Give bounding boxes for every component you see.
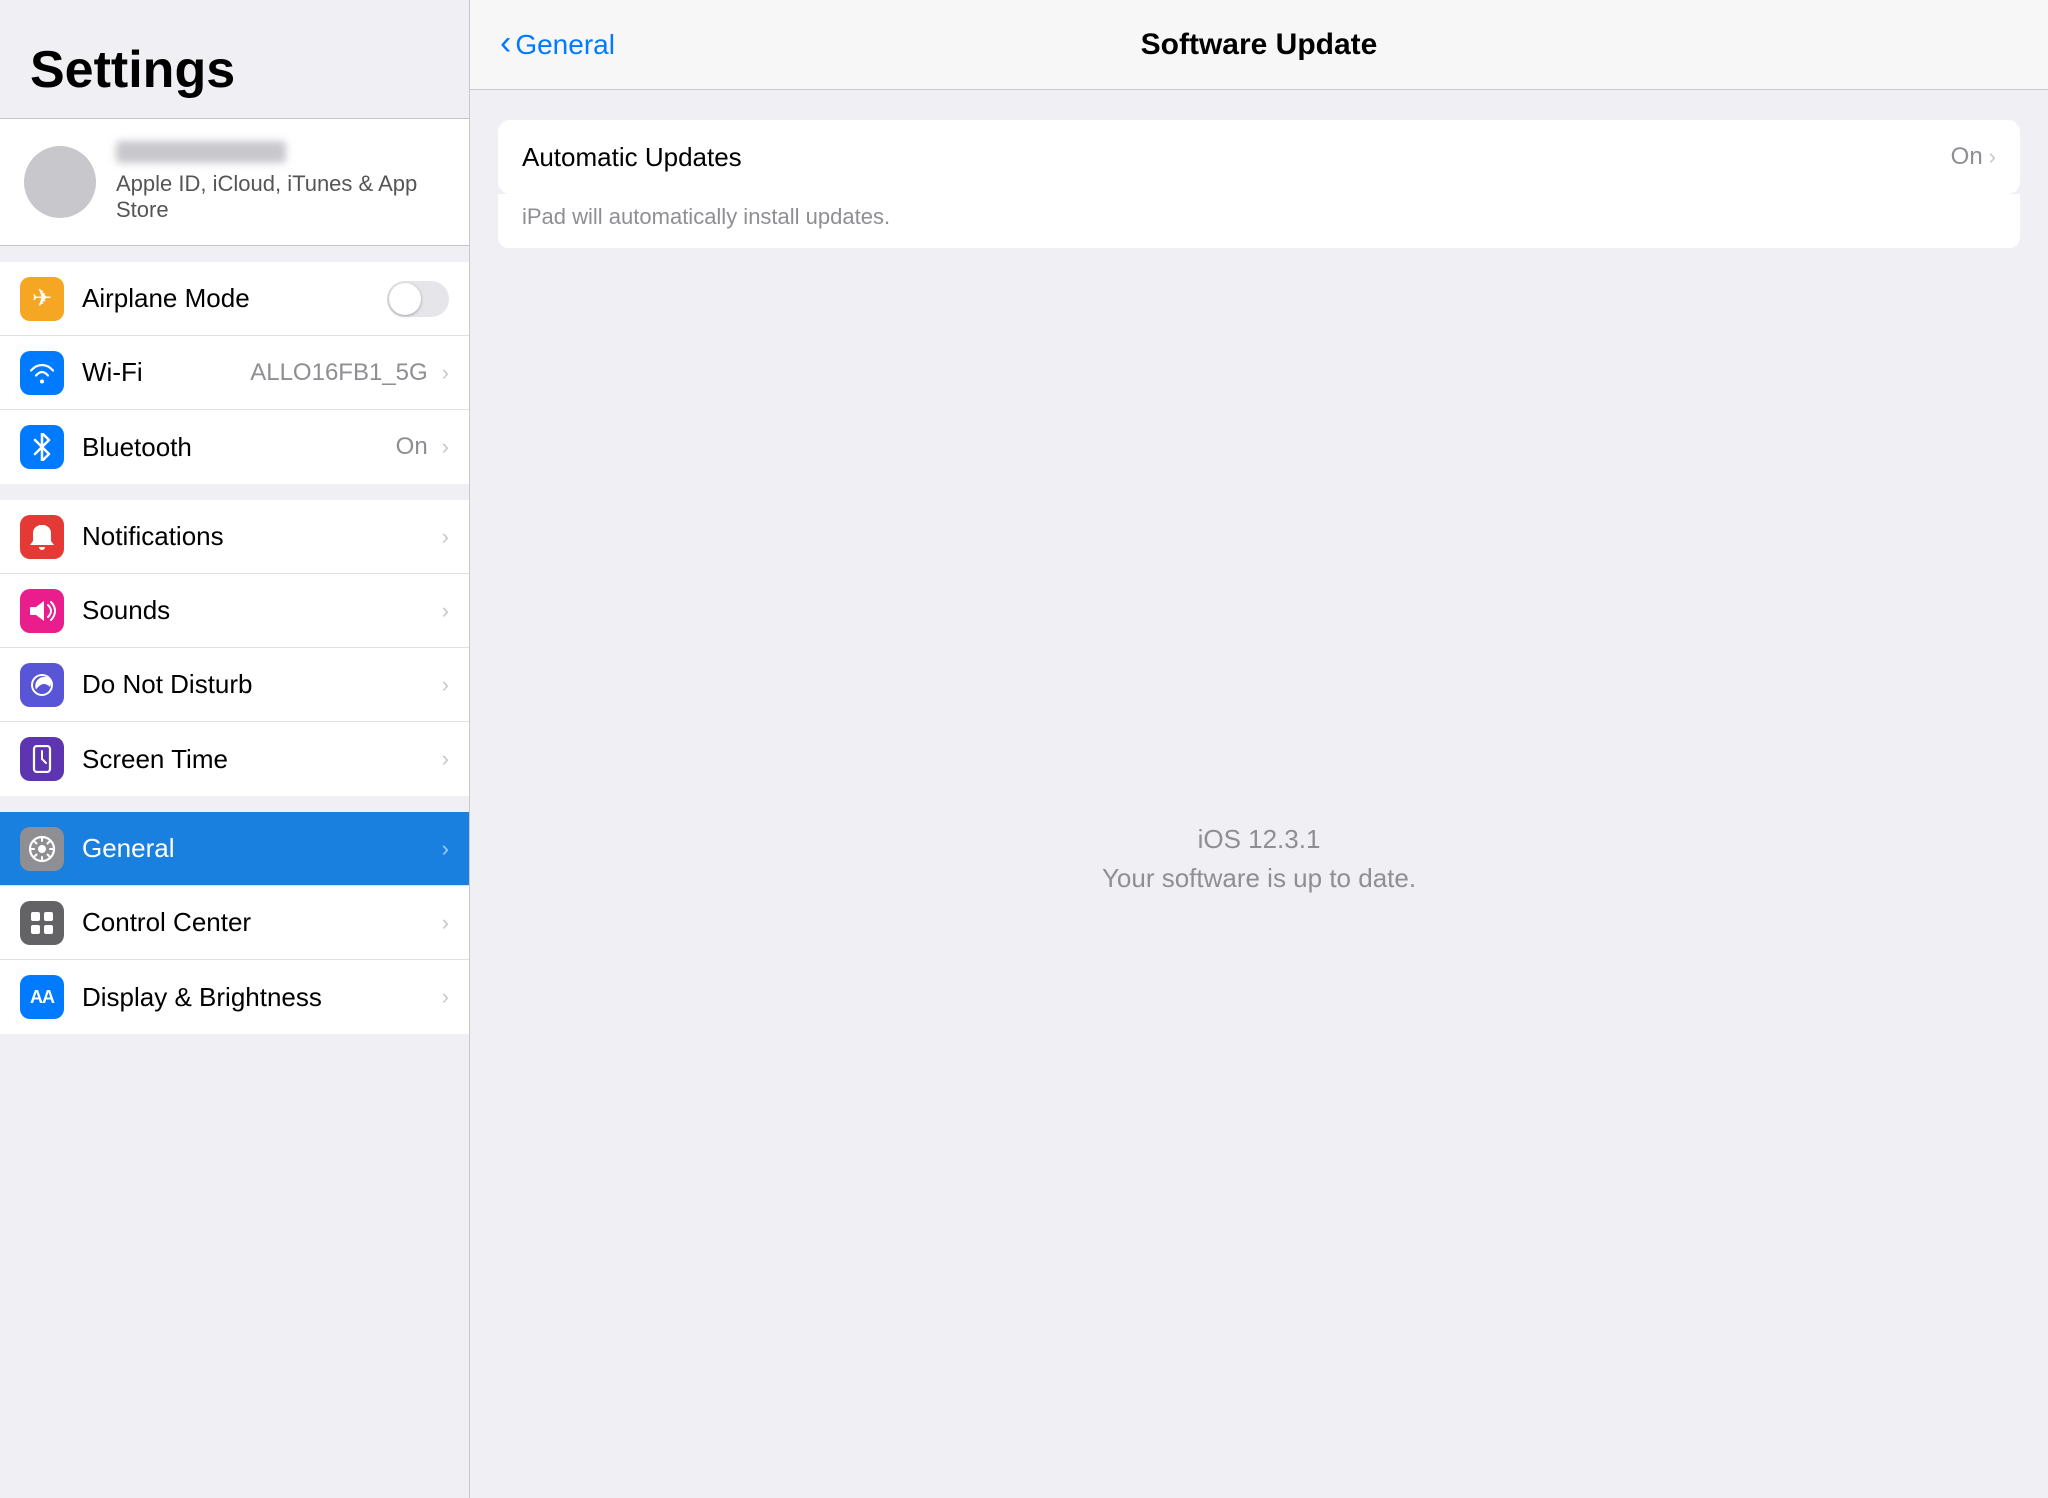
automatic-updates-subtitle: iPad will automatically install updates. [498, 194, 2020, 248]
ios-version-area: iOS 12.3.1 Your software is up to date. [498, 250, 2020, 1468]
airplane-mode-label: Airplane Mode [82, 283, 387, 314]
account-row[interactable]: Apple ID, iCloud, iTunes & App Store [0, 119, 469, 246]
main-content: Automatic Updates On › iPad will automat… [470, 90, 2048, 1498]
notifications-label: Notifications [82, 521, 436, 552]
general-label: General [82, 833, 436, 864]
control-center-label: Control Center [82, 907, 436, 938]
notifications-chevron-icon: › [442, 524, 449, 550]
automatic-updates-label: Automatic Updates [522, 142, 1951, 173]
sidebar-item-bluetooth[interactable]: Bluetooth On › [0, 410, 469, 484]
sidebar-item-wifi[interactable]: Wi-Fi ALLO16FB1_5G › [0, 336, 469, 410]
do-not-disturb-chevron-icon: › [442, 672, 449, 698]
back-button[interactable]: ‹ General [500, 26, 615, 63]
sidebar-item-general[interactable]: General › [0, 812, 469, 886]
automatic-updates-card: Automatic Updates On › [498, 120, 2020, 194]
airplane-mode-icon: ✈ [20, 277, 64, 321]
sidebar-item-do-not-disturb[interactable]: Do Not Disturb › [0, 648, 469, 722]
sidebar-item-display-brightness[interactable]: AA Display & Brightness › [0, 960, 469, 1034]
automatic-updates-row[interactable]: Automatic Updates On › [498, 120, 2020, 194]
back-label: General [515, 29, 615, 61]
sidebar-header: Settings [0, 0, 469, 118]
ios-uptodate-text: Your software is up to date. [1102, 863, 1416, 894]
bluetooth-chevron-icon: › [442, 434, 449, 460]
sidebar: Settings Apple ID, iCloud, iTunes & App … [0, 0, 470, 1498]
sounds-label: Sounds [82, 595, 436, 626]
general-icon [20, 827, 64, 871]
sidebar-item-screen-time[interactable]: Screen Time › [0, 722, 469, 796]
sidebar-item-control-center[interactable]: Control Center › [0, 886, 469, 960]
display-brightness-label: Display & Brightness [82, 982, 436, 1013]
sidebar-item-sounds[interactable]: Sounds › [0, 574, 469, 648]
main-panel: ‹ General Software Update Automatic Upda… [470, 0, 2048, 1498]
account-subtitle: Apple ID, iCloud, iTunes & App Store [116, 171, 445, 223]
wifi-value: ALLO16FB1_5G [250, 359, 427, 387]
settings-title: Settings [30, 41, 235, 99]
general-chevron-icon: › [442, 836, 449, 862]
back-chevron-icon: ‹ [500, 24, 511, 63]
system-group: Notifications › Sounds › D [0, 500, 469, 796]
bluetooth-value: On [396, 433, 428, 461]
notifications-icon [20, 515, 64, 559]
screen-time-label: Screen Time [82, 744, 436, 775]
account-name-blurred [116, 141, 286, 163]
bluetooth-icon [20, 425, 64, 469]
wifi-label: Wi-Fi [82, 357, 250, 388]
airplane-mode-toggle[interactable] [387, 281, 449, 317]
general-group: General › Control Center › AA Display & … [0, 812, 469, 1034]
display-brightness-chevron-icon: › [442, 984, 449, 1010]
do-not-disturb-label: Do Not Disturb [82, 669, 436, 700]
avatar [24, 146, 96, 218]
screen-time-chevron-icon: › [442, 746, 449, 772]
control-center-chevron-icon: › [442, 910, 449, 936]
sounds-icon [20, 589, 64, 633]
ios-version-text: iOS 12.3.1 [1198, 824, 1321, 855]
display-brightness-icon: AA [20, 975, 64, 1019]
do-not-disturb-icon [20, 663, 64, 707]
screen-time-icon [20, 737, 64, 781]
connectivity-group: ✈ Airplane Mode Wi-Fi ALLO16FB1_5G › [0, 262, 469, 484]
page-title: Software Update [1141, 28, 1378, 62]
wifi-chevron-icon: › [442, 360, 449, 386]
sounds-chevron-icon: › [442, 598, 449, 624]
account-info: Apple ID, iCloud, iTunes & App Store [116, 141, 445, 223]
automatic-updates-value: On [1951, 143, 1983, 171]
sidebar-item-notifications[interactable]: Notifications › [0, 500, 469, 574]
main-header: ‹ General Software Update [470, 0, 2048, 90]
toggle-knob [389, 283, 421, 315]
sidebar-item-airplane-mode[interactable]: ✈ Airplane Mode [0, 262, 469, 336]
wifi-icon [20, 351, 64, 395]
bluetooth-label: Bluetooth [82, 432, 396, 463]
automatic-updates-chevron-icon: › [1989, 144, 1996, 170]
control-center-icon [20, 901, 64, 945]
